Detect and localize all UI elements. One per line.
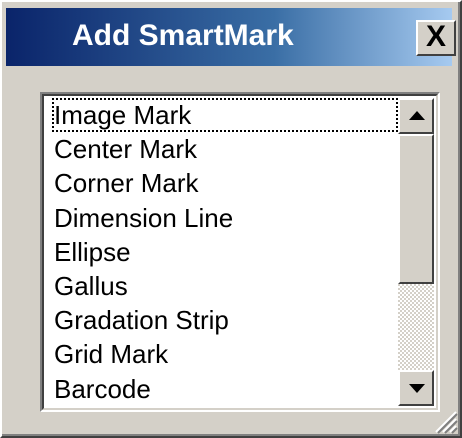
list-item-gallus[interactable]: Gallus: [52, 269, 398, 303]
scroll-down-arrow-icon: [409, 384, 425, 393]
list-item-center-mark[interactable]: Center Mark: [52, 132, 398, 166]
list-item-ellipse[interactable]: Ellipse: [52, 235, 398, 269]
scroll-up-arrow-icon: [409, 111, 425, 120]
list-item-gradation-strip[interactable]: Gradation Strip: [52, 303, 398, 337]
title-bar[interactable]: Add SmartMark X: [6, 8, 456, 66]
scroll-up-button[interactable]: [398, 98, 434, 134]
dialog-title: Add SmartMark: [72, 19, 294, 52]
resize-grip-icon[interactable]: [430, 406, 458, 434]
add-smartmark-dialog: Add SmartMark X Image Mark Center Mark C…: [0, 0, 462, 438]
list-item-corner-mark[interactable]: Corner Mark: [52, 166, 398, 200]
list-items: Image Mark Center Mark Corner Mark Dimen…: [52, 98, 398, 406]
list-item-grid-mark[interactable]: Grid Mark: [52, 337, 398, 371]
scroll-down-button[interactable]: [398, 370, 434, 406]
scrollbar-thumb[interactable]: [398, 134, 434, 284]
close-icon: X: [425, 20, 446, 53]
list-item-dimension-line[interactable]: Dimension Line: [52, 201, 398, 235]
close-button[interactable]: X: [416, 20, 456, 56]
vertical-scrollbar[interactable]: [398, 98, 434, 406]
smartmark-listbox[interactable]: Image Mark Center Mark Corner Mark Dimen…: [40, 92, 440, 412]
list-item-image-mark[interactable]: Image Mark: [52, 98, 398, 133]
list-item-barcode[interactable]: Barcode: [52, 372, 398, 406]
